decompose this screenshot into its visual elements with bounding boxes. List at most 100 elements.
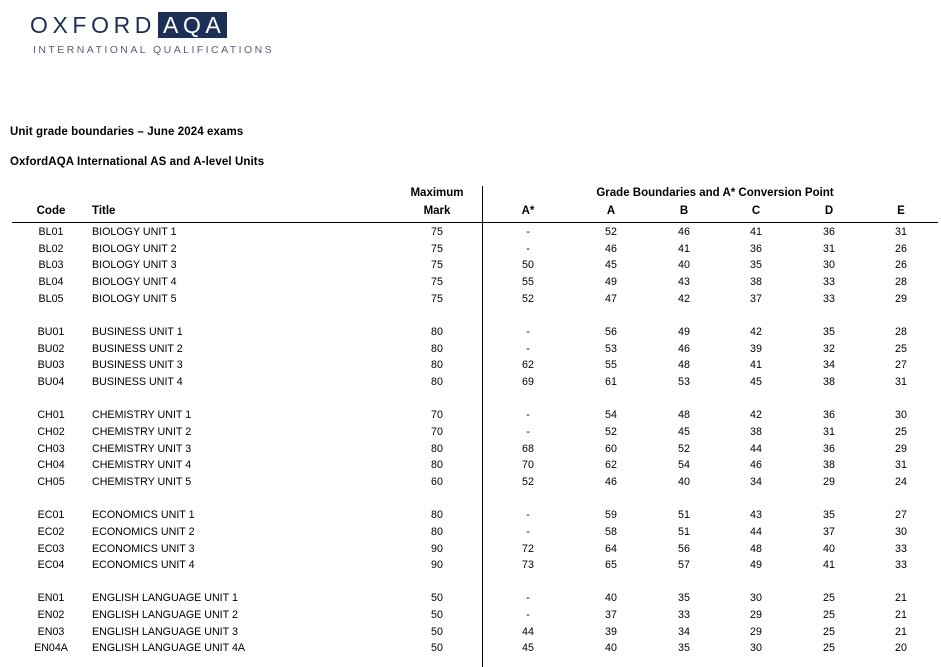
column-header-grade-c: C	[751, 205, 761, 217]
cell-maximum-mark: 80	[431, 525, 443, 538]
cell-grade-d: 38	[823, 459, 835, 472]
cell-maximum-mark: 70	[431, 409, 443, 422]
cell-code: CH04	[37, 459, 65, 472]
cell-grade-d: 30	[823, 259, 835, 272]
table-row: EN01 ENGLISH LANGUAGE UNIT 1 50 - 40 35 30 25 21	[0, 590, 941, 607]
cell-grade-c: 30	[750, 592, 762, 605]
cell-grade-b: 48	[678, 359, 690, 372]
cell-grade-astar: 52	[522, 475, 534, 488]
table-row: EN02 ENGLISH LANGUAGE UNIT 2 50 - 37 33 29 25 21	[0, 607, 941, 624]
cell-grade-c: 42	[750, 409, 762, 422]
cell-grade-d: 33	[823, 292, 835, 305]
cell-grade-b: 42	[678, 292, 690, 305]
cell-title: BIOLOGY UNIT 5	[92, 292, 177, 305]
cell-grade-d: 34	[823, 359, 835, 372]
cell-grade-a: 40	[605, 642, 617, 655]
table-row: CH03 CHEMISTRY UNIT 3 80 68 60 52 44 36 29	[0, 441, 941, 458]
cell-grade-a: 40	[605, 592, 617, 605]
table-row: BL02 BIOLOGY UNIT 2 75 - 46 41 36 31 26	[0, 241, 941, 258]
cell-grade-b: 49	[678, 325, 690, 338]
cell-grade-d: 36	[823, 409, 835, 422]
cell-grade-b: 51	[678, 525, 690, 538]
cell-grade-d: 25	[823, 592, 835, 605]
cell-grade-c: 42	[750, 325, 762, 338]
table-row: EN04A ENGLISH LANGUAGE UNIT 4A 50 45 40 35 30 2…	[0, 640, 941, 657]
cell-grade-e: 31	[895, 376, 907, 388]
cell-grade-e: 26	[895, 242, 907, 255]
cell-maximum-mark: 75	[431, 226, 443, 238]
table-row: EC01 ECONOMICS UNIT 1 80 - 59 51 43 35 27	[0, 507, 941, 524]
grade-boundaries-table: Grade Boundaries and A* Conversion Point…	[0, 186, 941, 667]
cell-grade-a: 52	[605, 425, 617, 438]
cell-grade-e: 27	[895, 359, 907, 372]
cell-grade-d: 35	[823, 509, 835, 522]
cell-grade-b: 40	[678, 259, 690, 272]
cell-code: BU04	[37, 376, 65, 388]
cell-grade-e: 33	[895, 542, 907, 555]
cell-grade-astar: 69	[522, 376, 534, 388]
cell-maximum-mark: 90	[431, 559, 443, 572]
cell-grade-astar: 62	[522, 359, 534, 372]
cell-maximum-mark: 80	[431, 509, 443, 522]
cell-grade-astar: -	[526, 425, 530, 438]
cell-title: BUSINESS UNIT 2	[92, 342, 183, 355]
cell-grade-astar: 72	[522, 542, 534, 555]
cell-grade-e: 21	[895, 592, 907, 605]
cell-grade-b: 43	[678, 276, 690, 289]
cell-title: BIOLOGY UNIT 1	[92, 226, 177, 238]
table-row: CH05 CHEMISTRY UNIT 5 60 52 46 40 34 29 24	[0, 474, 941, 491]
cell-title: BUSINESS UNIT 1	[92, 325, 183, 338]
cell-title: BIOLOGY UNIT 4	[92, 276, 177, 289]
cell-code: BL04	[38, 276, 64, 289]
table-row: CH04 CHEMISTRY UNIT 4 80 70 62 54 46 38 31	[0, 457, 941, 474]
cell-title: BUSINESS UNIT 4	[92, 376, 183, 388]
logo-wordmark: OXFORD AQA	[30, 12, 290, 38]
cell-grade-a: 52	[605, 226, 617, 238]
cell-maximum-mark: 80	[431, 376, 443, 388]
cell-grade-c: 46	[750, 459, 762, 472]
cell-grade-a: 37	[605, 609, 617, 622]
cell-title: CHEMISTRY UNIT 1	[92, 409, 192, 422]
cell-grade-e: 25	[895, 425, 907, 438]
grade-group-header: Grade Boundaries and A* Conversion Point	[596, 187, 834, 199]
cell-grade-c: 41	[750, 226, 762, 238]
table-row: EN03 ENGLISH LANGUAGE UNIT 3 50 44 39 34 29 25 2…	[0, 624, 941, 641]
column-header-grade-astar: A*	[521, 205, 535, 217]
cell-grade-c: 35	[750, 259, 762, 272]
cell-grade-b: 54	[678, 459, 690, 472]
cell-grade-c: 49	[750, 559, 762, 572]
cell-grade-a: 64	[605, 542, 617, 555]
cell-maximum-mark: 60	[431, 475, 443, 488]
cell-code: EN01	[37, 592, 65, 605]
cell-grade-a: 58	[605, 525, 617, 538]
cell-code: EC02	[37, 525, 65, 538]
cell-code: BU01	[37, 325, 65, 338]
cell-maximum-mark: 80	[431, 342, 443, 355]
cell-maximum-mark: 50	[431, 592, 443, 605]
cell-code: BU03	[37, 359, 65, 372]
cell-grade-a: 46	[605, 242, 617, 255]
column-header-mark: Mark	[423, 205, 451, 217]
table-row: BL03 BIOLOGY UNIT 3 75 50 45 40 35 30 26	[0, 257, 941, 274]
cell-grade-astar: 70	[522, 459, 534, 472]
cell-grade-e: 24	[895, 475, 907, 488]
cell-grade-a: 47	[605, 292, 617, 305]
cell-maximum-mark: 90	[431, 542, 443, 555]
cell-grade-b: 51	[678, 509, 690, 522]
cell-maximum-mark: 50	[431, 642, 443, 655]
cell-code: CH02	[37, 425, 65, 438]
cell-grade-c: 29	[750, 625, 762, 638]
cell-code: BL02	[38, 242, 64, 255]
cell-code: BL03	[38, 259, 64, 272]
oxfordaqa-logo: OXFORD AQA INTERNATIONAL QUALIFICATIONS	[30, 12, 290, 56]
cell-code: CH05	[37, 475, 65, 488]
cell-grade-astar: -	[526, 226, 530, 238]
cell-grade-astar: -	[526, 342, 530, 355]
cell-grade-e: 28	[895, 325, 907, 338]
cell-maximum-mark: 50	[431, 609, 443, 622]
cell-grade-astar: -	[526, 592, 530, 605]
cell-grade-c: 36	[750, 242, 762, 255]
table-row: EC04 ECONOMICS UNIT 4 90 73 65 57 49 41 33	[0, 557, 941, 574]
cell-grade-d: 36	[823, 442, 835, 455]
cell-code: EN04A	[34, 642, 68, 655]
